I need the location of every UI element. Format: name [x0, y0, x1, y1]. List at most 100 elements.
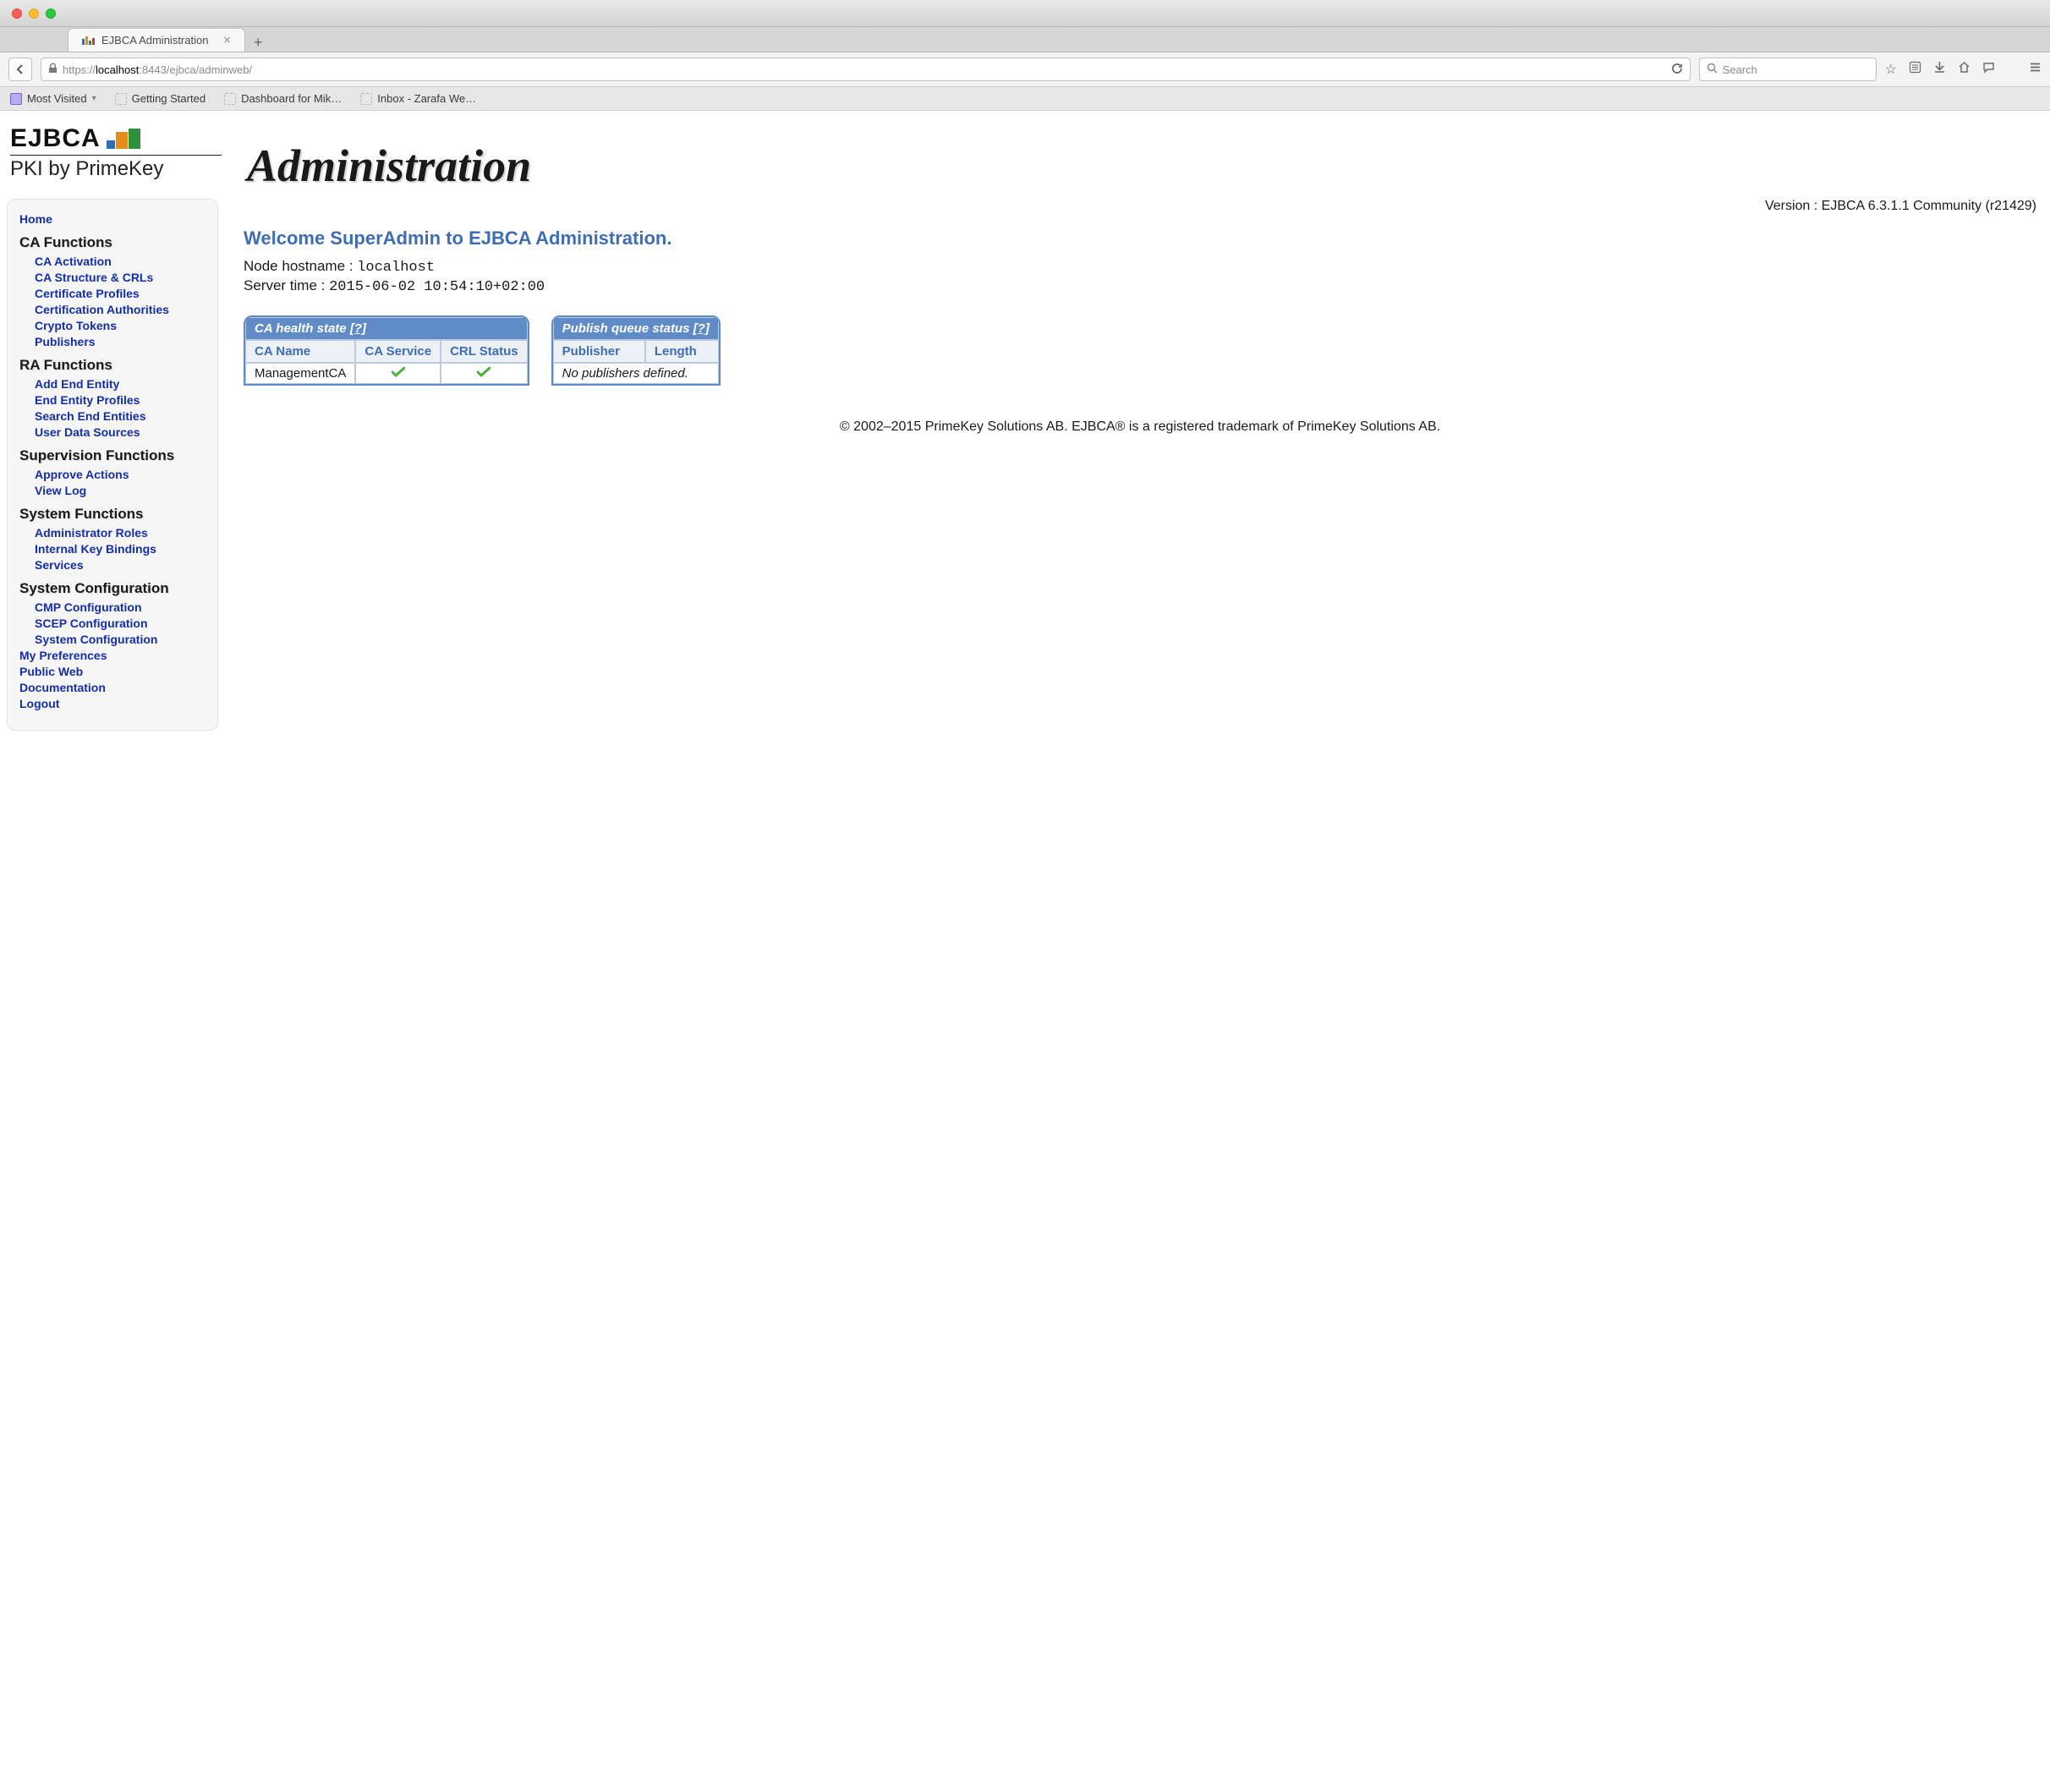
- search-box[interactable]: Search: [1699, 58, 1877, 81]
- tab-favicon-icon: [82, 36, 95, 45]
- nav-section-heading: Supervision Functions: [19, 447, 211, 464]
- browser-tab-active[interactable]: EJBCA Administration ×: [68, 28, 245, 52]
- check-icon: [477, 367, 491, 377]
- table-empty-row: No publishers defined.: [553, 363, 719, 384]
- main-content: Version : EJBCA 6.3.1.1 Community (r2142…: [218, 194, 2050, 1792]
- close-icon[interactable]: [12, 8, 22, 19]
- search-placeholder: Search: [1723, 63, 1757, 76]
- traffic-lights: [12, 8, 56, 19]
- tab-close-icon[interactable]: ×: [223, 34, 231, 47]
- nav-item[interactable]: CA Structure & CRLs: [35, 271, 211, 284]
- table-publish-queue: Publish queue status [?] Publisher Lengt…: [551, 315, 721, 386]
- lock-icon: [48, 63, 58, 76]
- table-ca-health: CA health state [?] CA Name CA Service C…: [244, 315, 529, 386]
- bookmark-star-icon[interactable]: ☆: [1885, 61, 1897, 78]
- help-link[interactable]: [?]: [693, 321, 710, 336]
- url-bar[interactable]: https:// localhost :8443/ejbca/adminweb/: [41, 58, 1691, 81]
- logo-text: EJBCA: [10, 126, 101, 151]
- logo-top: EJBCA: [10, 126, 222, 151]
- nav-footer-link[interactable]: Documentation: [19, 681, 211, 694]
- reload-icon[interactable]: [1671, 63, 1683, 77]
- new-tab-button[interactable]: +: [245, 34, 271, 52]
- nav-item[interactable]: Publishers: [35, 335, 211, 348]
- bookmark-folder-icon: [10, 93, 22, 105]
- nav-home[interactable]: Home: [19, 212, 211, 226]
- caption-text: CA health state: [255, 321, 350, 336]
- chevron-down-icon: ▾: [92, 94, 96, 103]
- empty-message: No publishers defined.: [553, 363, 719, 384]
- col-publisher: Publisher: [553, 340, 645, 363]
- hostname-label: Node hostname :: [244, 258, 357, 274]
- home-icon[interactable]: [1958, 61, 1971, 78]
- bookmark-label: Getting Started: [132, 92, 206, 105]
- welcome-heading: Welcome SuperAdmin to EJBCA Administrati…: [244, 227, 2036, 249]
- url-path: :8443/ejbca/adminweb/: [139, 63, 252, 76]
- nav-footer-link[interactable]: Public Web: [19, 665, 211, 678]
- help-link[interactable]: [?]: [350, 321, 366, 336]
- reader-icon[interactable]: [1909, 61, 1921, 78]
- menu-icon[interactable]: [2029, 61, 2042, 78]
- nav-section-heading: CA Functions: [19, 234, 211, 251]
- downloads-icon[interactable]: [1933, 61, 1946, 78]
- bookmark-dashboard[interactable]: Dashboard for Mik…: [224, 92, 342, 105]
- header-row: EJBCA PKI by PrimeKey Administration: [0, 111, 2050, 194]
- search-icon: [1707, 63, 1718, 76]
- table-caption: CA health state [?]: [245, 317, 528, 340]
- chat-icon[interactable]: [1982, 61, 1995, 78]
- hostname-value: localhost: [357, 260, 435, 276]
- bookmark-getting-started[interactable]: Getting Started: [115, 92, 206, 105]
- tab-title: EJBCA Administration: [101, 34, 208, 47]
- nav-item[interactable]: Approve Actions: [35, 468, 211, 481]
- nav-item[interactable]: Administrator Roles: [35, 526, 211, 540]
- logo-blocks-icon: [106, 129, 140, 149]
- nav-section-heading: System Functions: [19, 506, 211, 523]
- bookmark-label: Inbox - Zarafa We…: [377, 92, 476, 105]
- bookmark-inbox[interactable]: Inbox - Zarafa We…: [360, 92, 476, 105]
- nav-item[interactable]: CA Activation: [35, 255, 211, 268]
- logo: EJBCA PKI by PrimeKey: [10, 126, 222, 182]
- nav-item[interactable]: End Entity Profiles: [35, 393, 211, 407]
- nav-item[interactable]: System Configuration: [35, 633, 211, 646]
- zoom-icon[interactable]: [46, 8, 56, 19]
- nav-item[interactable]: Certificate Profiles: [35, 287, 211, 300]
- nav-section-heading: System Configuration: [19, 580, 211, 597]
- table-row: ManagementCA: [245, 363, 528, 384]
- bookmark-label: Dashboard for Mik…: [241, 92, 342, 105]
- col-ca-name: CA Name: [245, 340, 355, 363]
- nav-item[interactable]: Crypto Tokens: [35, 319, 211, 332]
- nav-footer-link[interactable]: Logout: [19, 697, 211, 710]
- hostname-line: Node hostname : localhost: [244, 258, 2036, 276]
- servertime-label: Server time :: [244, 277, 329, 293]
- url-scheme: https://: [63, 63, 96, 76]
- table-caption: Publish queue status [?]: [553, 317, 719, 340]
- servertime-line: Server time : 2015-06-02 10:54:10+02:00: [244, 277, 2036, 295]
- nav-item[interactable]: Services: [35, 558, 211, 572]
- nav-bar: https:// localhost :8443/ejbca/adminweb/…: [0, 52, 2050, 87]
- nav-item[interactable]: Internal Key Bindings: [35, 542, 211, 556]
- bookmark-page-icon: [115, 93, 127, 105]
- caption-text: Publish queue status: [562, 321, 693, 336]
- nav-item[interactable]: Add End Entity: [35, 377, 211, 391]
- nav-footer-link[interactable]: My Preferences: [19, 649, 211, 662]
- logo-subtitle: PKI by PrimeKey: [10, 155, 222, 182]
- servertime-value: 2015-06-02 10:54:10+02:00: [329, 279, 545, 295]
- bookmarks-bar: Most Visited ▾ Getting Started Dashboard…: [0, 87, 2050, 111]
- cell-ca-name: ManagementCA: [245, 363, 355, 384]
- nav-item[interactable]: Certification Authorities: [35, 303, 211, 316]
- version-line: Version : EJBCA 6.3.1.1 Community (r2142…: [244, 199, 2036, 214]
- page-title: Administration: [247, 143, 531, 189]
- check-icon: [392, 367, 405, 377]
- toolbar-icons: ☆: [1885, 61, 2042, 78]
- bookmark-page-icon: [360, 93, 372, 105]
- nav-item[interactable]: CMP Configuration: [35, 600, 211, 614]
- nav-item[interactable]: Search End Entities: [35, 409, 211, 423]
- nav-item[interactable]: View Log: [35, 484, 211, 497]
- nav-item[interactable]: SCEP Configuration: [35, 617, 211, 630]
- back-button[interactable]: [8, 58, 32, 81]
- minimize-icon[interactable]: [29, 8, 39, 19]
- cell-ca-service: [355, 363, 441, 384]
- tab-strip: EJBCA Administration × +: [0, 27, 2050, 52]
- col-ca-service: CA Service: [355, 340, 441, 363]
- bookmark-most-visited[interactable]: Most Visited ▾: [10, 92, 96, 105]
- nav-item[interactable]: User Data Sources: [35, 425, 211, 439]
